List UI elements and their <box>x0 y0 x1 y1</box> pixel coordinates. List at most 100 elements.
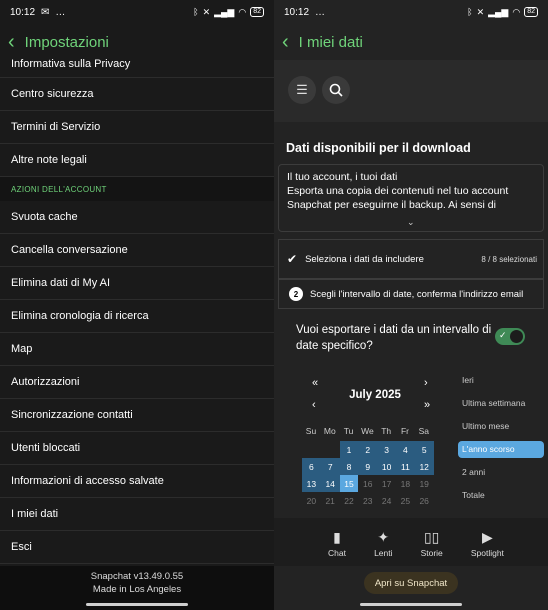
tab-lenses[interactable]: ✦ Lenti <box>374 518 392 566</box>
settings-item-blocked-users[interactable]: Utenti bloccati <box>0 432 274 465</box>
prev-year-icon[interactable]: « <box>312 377 318 389</box>
step-select-data[interactable]: ✔ Seleziona i dati da includere 8 / 8 se… <box>278 239 544 279</box>
settings-item-contact-sync[interactable]: Sincronizzazione contatti <box>0 399 274 432</box>
settings-item-delete-myai[interactable]: Elimina dati di My AI <box>0 267 274 300</box>
settings-item-permissions[interactable]: Autorizzazioni <box>0 366 274 399</box>
calendar-day[interactable]: 10 <box>377 458 396 475</box>
settings-item-terms[interactable]: Termini di Servizio <box>0 111 274 144</box>
settings-item-saved-logins[interactable]: Informazioni di accesso salvate <box>0 465 274 498</box>
settings-item-legal[interactable]: Altre note legali <box>0 144 274 177</box>
calendar-day[interactable]: 19 <box>415 475 434 492</box>
date-preset-option[interactable]: Totale <box>458 487 544 504</box>
bluetooth-icon: ᛒ <box>467 7 473 17</box>
calendar-day[interactable]: 18 <box>396 475 415 492</box>
mute-icon: ✕ <box>202 6 211 17</box>
settings-item-map[interactable]: Map <box>0 333 274 366</box>
notification-icon: ✉ <box>41 6 50 18</box>
more-notifications-icon: … <box>315 6 326 18</box>
made-in-text: Made in Los Angeles <box>92 584 182 595</box>
status-time: 10:12 <box>10 6 36 18</box>
calendar-day[interactable]: 16 <box>358 475 377 492</box>
signal-icon: ▂▄▆ <box>488 6 509 17</box>
settings-item-logout[interactable]: Esci <box>0 531 274 564</box>
step-date-range[interactable]: 2 Scegli l'intervallo di date, conferma … <box>278 279 544 309</box>
settings-screen: 10:12 ✉ … ᛒ ✕ ▂▄▆ ◠ 82 ‹ Impostazioni In… <box>0 0 274 610</box>
calendar-day[interactable]: 17 <box>377 475 396 492</box>
calendar-day[interactable]: 22 <box>340 492 359 509</box>
description-text: Il tuo account, i tuoi dati Esporta una … <box>287 171 509 211</box>
tab-stories[interactable]: ▯▯ Storie <box>421 518 443 566</box>
export-range-question: Vuoi esportare i dati da un intervallo d… <box>296 324 492 352</box>
home-indicator <box>360 603 462 606</box>
settings-item-privacy[interactable]: Informativa sulla Privacy <box>0 51 274 78</box>
search-icon[interactable] <box>322 76 350 104</box>
date-preset-option[interactable]: L'anno scorso <box>458 441 544 458</box>
calendar-day[interactable]: 6 <box>302 458 321 475</box>
calendar-day[interactable]: 3 <box>377 441 396 458</box>
settings-item-clear-search[interactable]: Elimina cronologia di ricerca <box>0 300 274 333</box>
tab-spotlight[interactable]: ▶ Spotlight <box>471 518 504 566</box>
tab-chat[interactable]: ▮ Chat <box>328 518 346 566</box>
settings-item-clear-cache[interactable]: Svuota cache <box>0 201 274 234</box>
calendar-day[interactable]: 26 <box>415 492 434 509</box>
calendar-day[interactable]: 8 <box>339 458 359 475</box>
next-month-top-icon[interactable]: › <box>424 377 428 389</box>
date-preset-option[interactable]: 2 anni <box>458 464 544 481</box>
calendar-day[interactable]: 4 <box>396 441 415 458</box>
bottom-tab-bar: ▮ Chat ✦ Lenti ▯▯ Storie ▶ Spotlight <box>274 518 548 566</box>
back-arrow-icon[interactable]: ‹ <box>282 32 289 52</box>
check-icon: ✓ <box>499 330 507 340</box>
step1-label: Seleziona i dati da includere <box>305 253 424 265</box>
weekday-label: Tu <box>343 426 354 436</box>
settings-list: Informativa sulla Privacy Centro sicurez… <box>0 51 274 564</box>
stories-icon: ▯▯ <box>423 529 440 545</box>
open-in-snapchat-button[interactable]: Apri su Snapchat <box>364 572 458 594</box>
calendar-day[interactable]: 9 <box>358 458 378 475</box>
calendar-day[interactable]: 13 <box>302 475 321 492</box>
checkmark-icon: ✔ <box>287 252 298 266</box>
status-time: 10:12 <box>284 6 310 18</box>
calendar-day[interactable]: 23 <box>358 492 377 509</box>
status-bar: 10:12 ✉ … ᛒ ✕ ▂▄▆ ◠ 82 <box>0 0 274 24</box>
battery-icon: 82 <box>524 7 538 17</box>
back-arrow-icon[interactable]: ‹ <box>8 32 15 52</box>
settings-item-safety-center[interactable]: Centro sicurezza <box>0 78 274 111</box>
chat-icon: ▮ <box>333 529 341 545</box>
calendar-day[interactable]: 11 <box>396 458 415 475</box>
date-preset-option[interactable]: Ultima settimana <box>458 395 544 412</box>
calendar-day[interactable]: 21 <box>321 492 340 509</box>
app-bar: ‹ I miei dati <box>274 24 548 60</box>
sparkle-icon: ✦ <box>377 529 390 545</box>
weekday-label: We <box>361 426 374 436</box>
calendar-day[interactable]: 5 <box>414 441 434 458</box>
calendar-day[interactable]: 15 <box>339 475 359 492</box>
version-text: Snapchat v13.49.0.55 <box>90 571 184 582</box>
step2-label: Scegli l'intervallo di date, conferma l'… <box>310 288 524 300</box>
menu-icon[interactable]: ☰ <box>288 76 316 104</box>
section-header-account-actions: AZIONI DELL'ACCOUNT <box>0 177 274 201</box>
date-preset-option[interactable]: Ieri <box>458 372 544 389</box>
calendar-day[interactable]: 25 <box>396 492 415 509</box>
settings-item-clear-conversation[interactable]: Cancella conversazione <box>0 234 274 267</box>
step1-count: 8 / 8 selezionati <box>481 254 537 264</box>
calendar-day[interactable]: 12 <box>414 458 434 475</box>
calendar-day[interactable]: 24 <box>377 492 396 509</box>
date-preset-option[interactable]: Ultimo mese <box>458 418 544 435</box>
mute-icon: ✕ <box>476 6 485 17</box>
calendar-day[interactable]: 7 <box>320 458 340 475</box>
description-box[interactable]: Il tuo account, i tuoi dati Esporta una … <box>278 164 544 232</box>
calendar-day[interactable]: 1 <box>339 441 359 458</box>
settings-item-my-data[interactable]: I miei dati <box>0 498 274 531</box>
weekday-label: Su <box>305 426 317 436</box>
calendar-day[interactable]: 2 <box>358 441 378 458</box>
bluetooth-icon: ᛒ <box>193 7 199 17</box>
wifi-icon: ◠ <box>512 6 521 17</box>
more-notifications-icon: … <box>55 6 66 18</box>
status-bar: 10:12 … ᛒ ✕ ▂▄▆ ◠ 82 <box>274 0 548 24</box>
date-range-toggle[interactable]: ✓ <box>495 328 525 345</box>
battery-icon: 82 <box>250 7 264 17</box>
chevron-down-icon[interactable]: ⌄ <box>407 215 415 229</box>
signal-icon: ▂▄▆ <box>214 6 235 17</box>
calendar-day[interactable]: 20 <box>302 492 321 509</box>
calendar-day[interactable]: 14 <box>320 475 340 492</box>
